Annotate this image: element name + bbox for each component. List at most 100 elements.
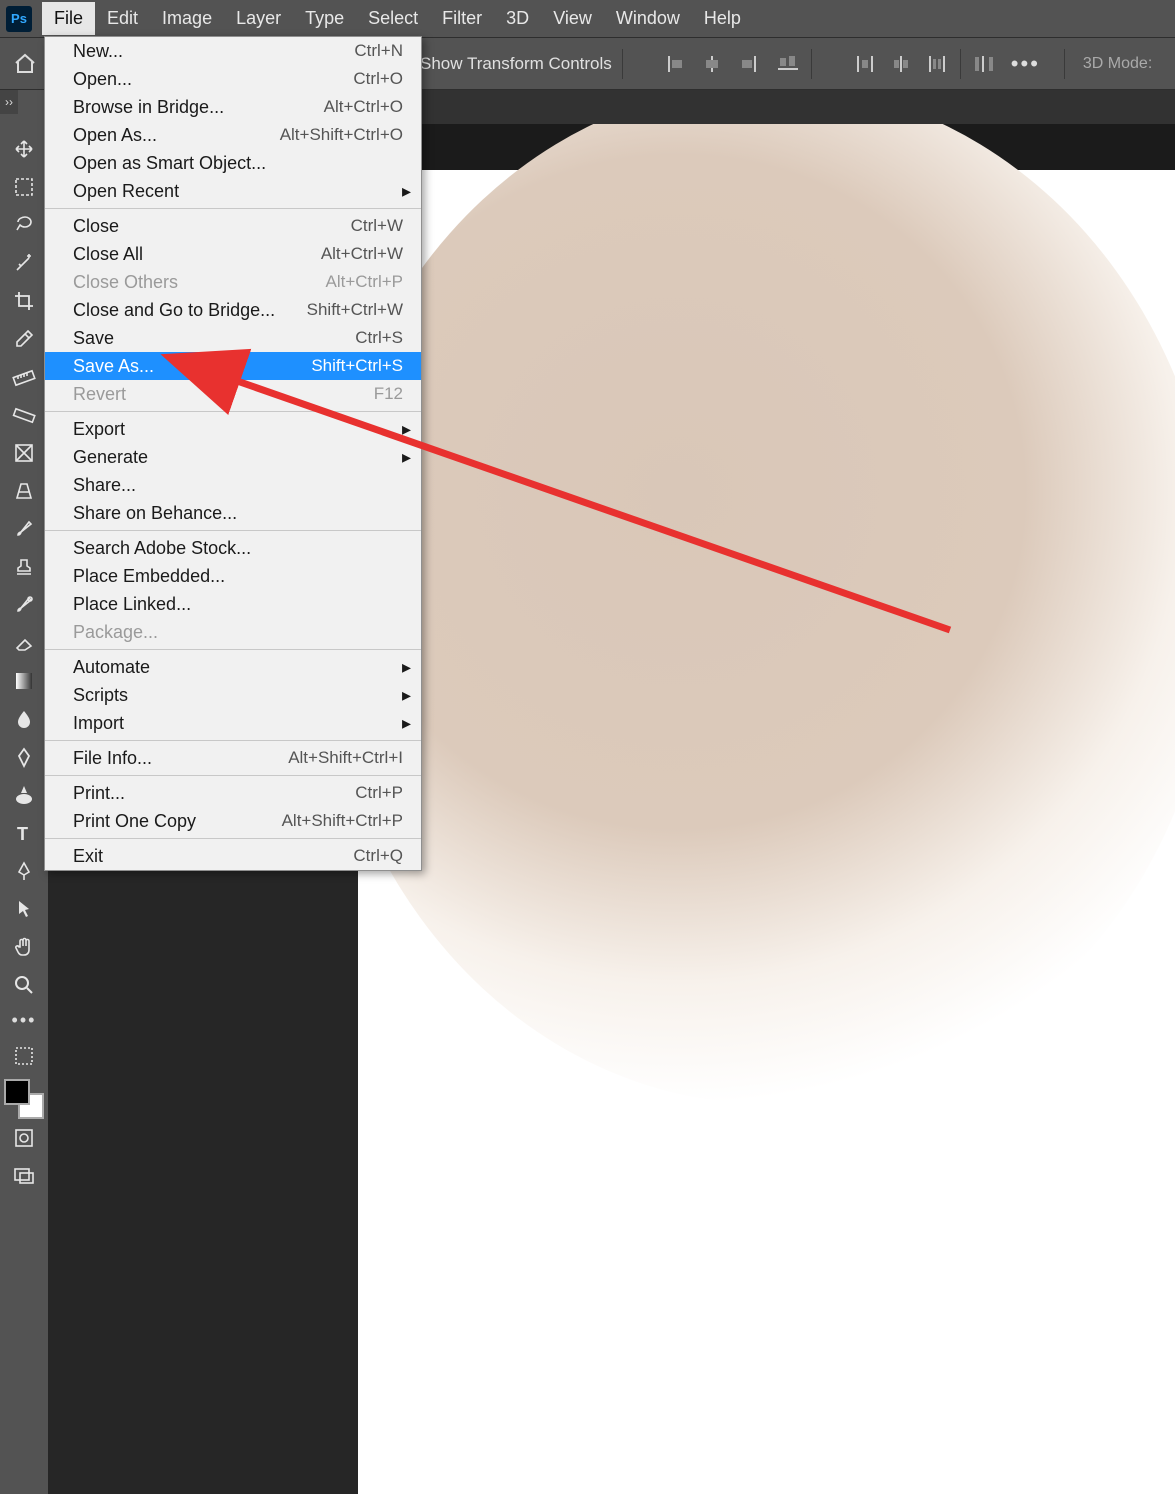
- menu-item-automate[interactable]: Automate▸: [45, 653, 421, 681]
- menu-item-label: Print One Copy: [73, 811, 196, 832]
- tools-panel: T •••: [0, 124, 48, 1494]
- menu-item-save-as[interactable]: Save As...Shift+Ctrl+S: [45, 352, 421, 380]
- home-icon[interactable]: [10, 49, 40, 79]
- menu-image[interactable]: Image: [150, 2, 224, 35]
- gradient-tool-icon[interactable]: [0, 662, 48, 700]
- app-logo: Ps: [6, 6, 32, 32]
- type-tool-icon[interactable]: T: [0, 814, 48, 852]
- menu-item-print[interactable]: Print...Ctrl+P: [45, 779, 421, 807]
- align-options-icon[interactable]: [775, 51, 801, 77]
- menu-edit[interactable]: Edit: [95, 2, 150, 35]
- menu-item-import[interactable]: Import ▸: [45, 709, 421, 737]
- dodge-tool-icon[interactable]: [0, 738, 48, 776]
- foreground-color-swatch[interactable]: [4, 1079, 30, 1105]
- distribute-3-icon[interactable]: [924, 51, 950, 77]
- magic-wand-tool-icon[interactable]: [0, 244, 48, 282]
- hand-tool-icon[interactable]: [0, 928, 48, 966]
- quick-mask-icon[interactable]: [0, 1119, 48, 1157]
- ruler-heal-tool-icon[interactable]: [0, 358, 48, 396]
- menu-item-shortcut: Ctrl+N: [354, 41, 403, 61]
- menu-item-label: Revert: [73, 384, 126, 405]
- menu-item-label: Share...: [73, 475, 136, 496]
- menu-type[interactable]: Type: [293, 2, 356, 35]
- eyedropper-tool-icon[interactable]: [0, 320, 48, 358]
- menu-separator: [45, 208, 421, 209]
- menu-layer[interactable]: Layer: [224, 2, 293, 35]
- menu-item-shortcut: Ctrl+Q: [353, 846, 403, 866]
- menu-item-revert: RevertF12: [45, 380, 421, 408]
- menu-item-exit[interactable]: ExitCtrl+Q: [45, 842, 421, 870]
- menu-item-open-recent[interactable]: Open Recent▸: [45, 177, 421, 205]
- marquee-tool-icon[interactable]: [0, 168, 48, 206]
- distribute-2-icon[interactable]: [888, 51, 914, 77]
- menu-item-open-as-smart-object[interactable]: Open as Smart Object...: [45, 149, 421, 177]
- menu-item-label: Import: [73, 713, 124, 734]
- menu-item-open-as[interactable]: Open As...Alt+Shift+Ctrl+O: [45, 121, 421, 149]
- menu-item-save[interactable]: Save Ctrl+S: [45, 324, 421, 352]
- ruler-tool-icon[interactable]: [0, 396, 48, 434]
- menu-item-export[interactable]: Export▸: [45, 415, 421, 443]
- pen-tri-tool-icon[interactable]: [0, 776, 48, 814]
- expand-panels-icon[interactable]: ››: [0, 90, 18, 114]
- tools-more-icon[interactable]: •••: [12, 1010, 37, 1031]
- menu-item-shortcut: Ctrl+S: [355, 328, 403, 348]
- menu-item-print-one-copy[interactable]: Print One CopyAlt+Shift+Ctrl+P: [45, 807, 421, 835]
- menu-item-generate[interactable]: Generate▸: [45, 443, 421, 471]
- menu-item-label: Open Recent: [73, 181, 179, 202]
- perspective-tool-icon[interactable]: [0, 472, 48, 510]
- align-left-icon[interactable]: [663, 51, 689, 77]
- frame-tool-icon[interactable]: [0, 434, 48, 472]
- blur-tool-icon[interactable]: [0, 700, 48, 738]
- crop-tool-icon[interactable]: [0, 282, 48, 320]
- menu-select[interactable]: Select: [356, 2, 430, 35]
- menu-item-label: Generate: [73, 447, 148, 468]
- move-tool-icon[interactable]: [0, 130, 48, 168]
- menu-item-place-linked[interactable]: Place Linked...: [45, 590, 421, 618]
- menu-item-share[interactable]: Share...: [45, 471, 421, 499]
- menu-separator: [45, 649, 421, 650]
- menu-item-label: Close: [73, 216, 119, 237]
- menu-3d[interactable]: 3D: [494, 2, 541, 35]
- menu-item-shortcut: Alt+Shift+Ctrl+I: [288, 748, 403, 768]
- eraser-tool-icon[interactable]: [0, 624, 48, 662]
- show-transform-label: Show Transform Controls: [420, 54, 612, 74]
- distribute-1-icon[interactable]: [852, 51, 878, 77]
- pen-tool-icon[interactable]: [0, 852, 48, 890]
- menu-view[interactable]: View: [541, 2, 604, 35]
- menu-item-open[interactable]: Open...Ctrl+O: [45, 65, 421, 93]
- edit-toolbar-icon[interactable]: [0, 1037, 48, 1075]
- menu-item-close[interactable]: CloseCtrl+W: [45, 212, 421, 240]
- submenu-arrow-icon: ▸: [402, 713, 411, 734]
- path-select-tool-icon[interactable]: [0, 890, 48, 928]
- menu-item-search-adobe-stock[interactable]: Search Adobe Stock...: [45, 534, 421, 562]
- menu-separator: [45, 740, 421, 741]
- align-right-icon[interactable]: [735, 51, 761, 77]
- menu-item-place-embedded[interactable]: Place Embedded...: [45, 562, 421, 590]
- align-hcenter-icon[interactable]: [699, 51, 725, 77]
- menu-file[interactable]: File: [42, 2, 95, 35]
- screen-mode-icon[interactable]: [0, 1157, 48, 1195]
- menu-help[interactable]: Help: [692, 2, 753, 35]
- more-options-icon[interactable]: •••: [1011, 51, 1040, 77]
- menu-item-new[interactable]: New...Ctrl+N: [45, 37, 421, 65]
- menu-item-close-and-go-to-bridge[interactable]: Close and Go to Bridge...Shift+Ctrl+W: [45, 296, 421, 324]
- menu-window[interactable]: Window: [604, 2, 692, 35]
- separator: [811, 49, 812, 79]
- brush-tool-icon[interactable]: [0, 510, 48, 548]
- distribute-spacing-icon[interactable]: [971, 51, 997, 77]
- menu-item-scripts[interactable]: Scripts▸: [45, 681, 421, 709]
- history-brush-tool-icon[interactable]: [0, 586, 48, 624]
- menu-item-browse-in-bridge[interactable]: Browse in Bridge...Alt+Ctrl+O: [45, 93, 421, 121]
- lasso-tool-icon[interactable]: [0, 206, 48, 244]
- menu-filter[interactable]: Filter: [430, 2, 494, 35]
- menu-item-label: Package...: [73, 622, 158, 643]
- menu-item-shortcut: Ctrl+P: [355, 783, 403, 803]
- menu-item-label: Save: [73, 328, 114, 349]
- canvas[interactable]: [358, 124, 1175, 1494]
- menu-item-share-on-behance[interactable]: Share on Behance...: [45, 499, 421, 527]
- color-swatches[interactable]: [4, 1079, 44, 1119]
- menu-item-close-all[interactable]: Close AllAlt+Ctrl+W: [45, 240, 421, 268]
- zoom-tool-icon[interactable]: [0, 966, 48, 1004]
- menu-item-file-info[interactable]: File Info...Alt+Shift+Ctrl+I: [45, 744, 421, 772]
- stamp-tool-icon[interactable]: [0, 548, 48, 586]
